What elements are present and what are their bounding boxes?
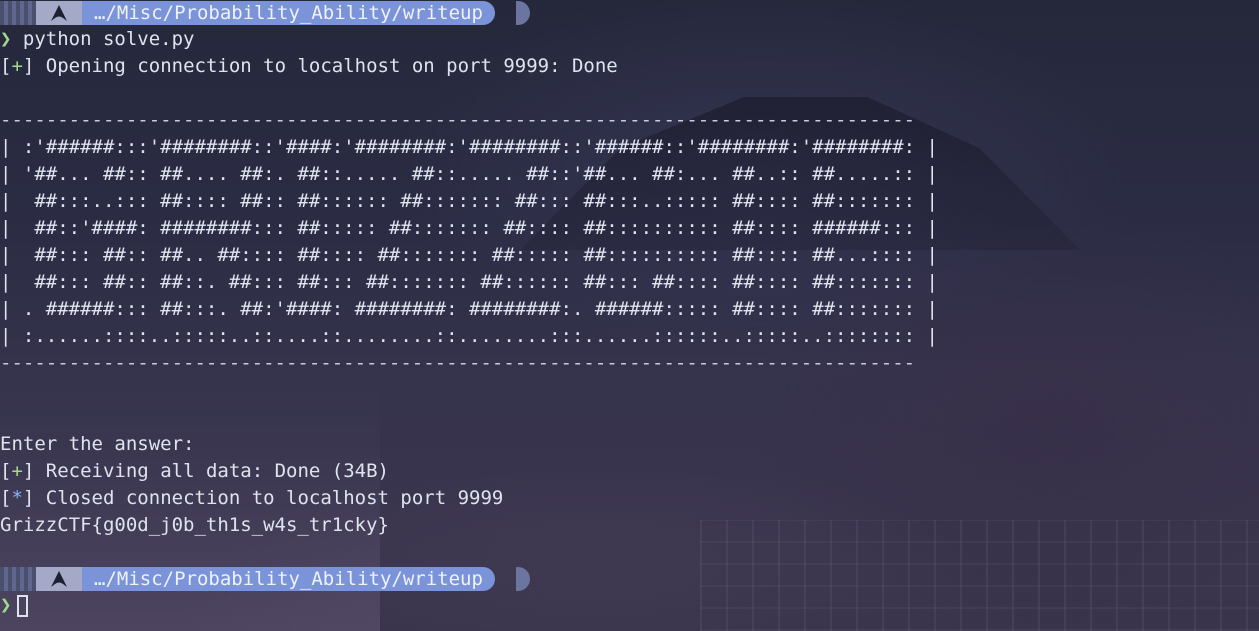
prompt-chevron-icon: ❯ [0, 594, 12, 616]
banner-line: | ##::: ##:: ##::. ##::: ##::: ##:::::::… [0, 271, 938, 293]
flag-line: GrizzCTF{g00d_j0b_th1s_w4s_tr1cky} [0, 514, 389, 536]
prompt-path: …/Misc/Probability_Ability/writeup [82, 567, 495, 591]
banner-line: | :......::::..:::::..::....::........::… [0, 325, 938, 347]
prompt-tail [516, 1, 530, 25]
terminal-window[interactable]: …/Misc/Probability_Ability/writeup ❯ pyt… [0, 0, 1259, 631]
banner-line: | ##::: ##:: ##.. ##:::: ##:::: ##::::::… [0, 244, 938, 266]
command-line: ❯ python solve.py [0, 26, 195, 53]
banner-border-top: ----------------------------------------… [0, 109, 916, 131]
banner-border-bottom: ----------------------------------------… [0, 352, 916, 374]
status-text: Opening connection to localhost on port … [34, 55, 618, 77]
prompt-tail [516, 567, 530, 591]
arch-linux-icon [36, 567, 82, 591]
status-plus-icon: + [11, 55, 23, 77]
status-line-closed: [*] Closed connection to localhost port … [0, 487, 504, 509]
enter-answer-line: Enter the answer: [0, 433, 195, 455]
banner-line: | :'######:::'########::'####:'########:… [0, 136, 938, 158]
banner-line: | ##::'####: ########::: ##::::: ##:::::… [0, 217, 938, 239]
status-line-opening: [+] Opening connection to localhost on p… [0, 55, 618, 77]
banner-line: | ##:::..::: ##:::: ##:: ##:::::: ##::::… [0, 190, 938, 212]
prompt-bar: …/Misc/Probability_Ability/writeup [0, 567, 540, 591]
text-cursor[interactable] [17, 594, 29, 617]
banner-line: | '##... ##:: ##.... ##:. ##::..... ##::… [0, 163, 938, 185]
status-star-icon: * [11, 487, 23, 509]
prompt-chevron-icon: ❯ [0, 28, 12, 50]
status-plus-icon: + [11, 460, 23, 482]
command-text: python solve.py [22, 28, 195, 50]
status-line-receiving: [+] Receiving all data: Done (34B) [0, 460, 389, 482]
prompt-path: …/Misc/Probability_Ability/writeup [82, 1, 495, 25]
input-line[interactable]: ❯ [0, 592, 29, 619]
prompt-bar: …/Misc/Probability_Ability/writeup [0, 1, 540, 25]
status-text: Closed connection to localhost port 9999 [34, 487, 504, 509]
banner-line: | . ######::: ##:::. ##:'####: ########:… [0, 298, 938, 320]
prompt-stripes [0, 1, 36, 25]
status-text: Receiving all data: Done (34B) [34, 460, 389, 482]
prompt-stripes [0, 567, 36, 591]
arch-linux-icon [36, 1, 82, 25]
